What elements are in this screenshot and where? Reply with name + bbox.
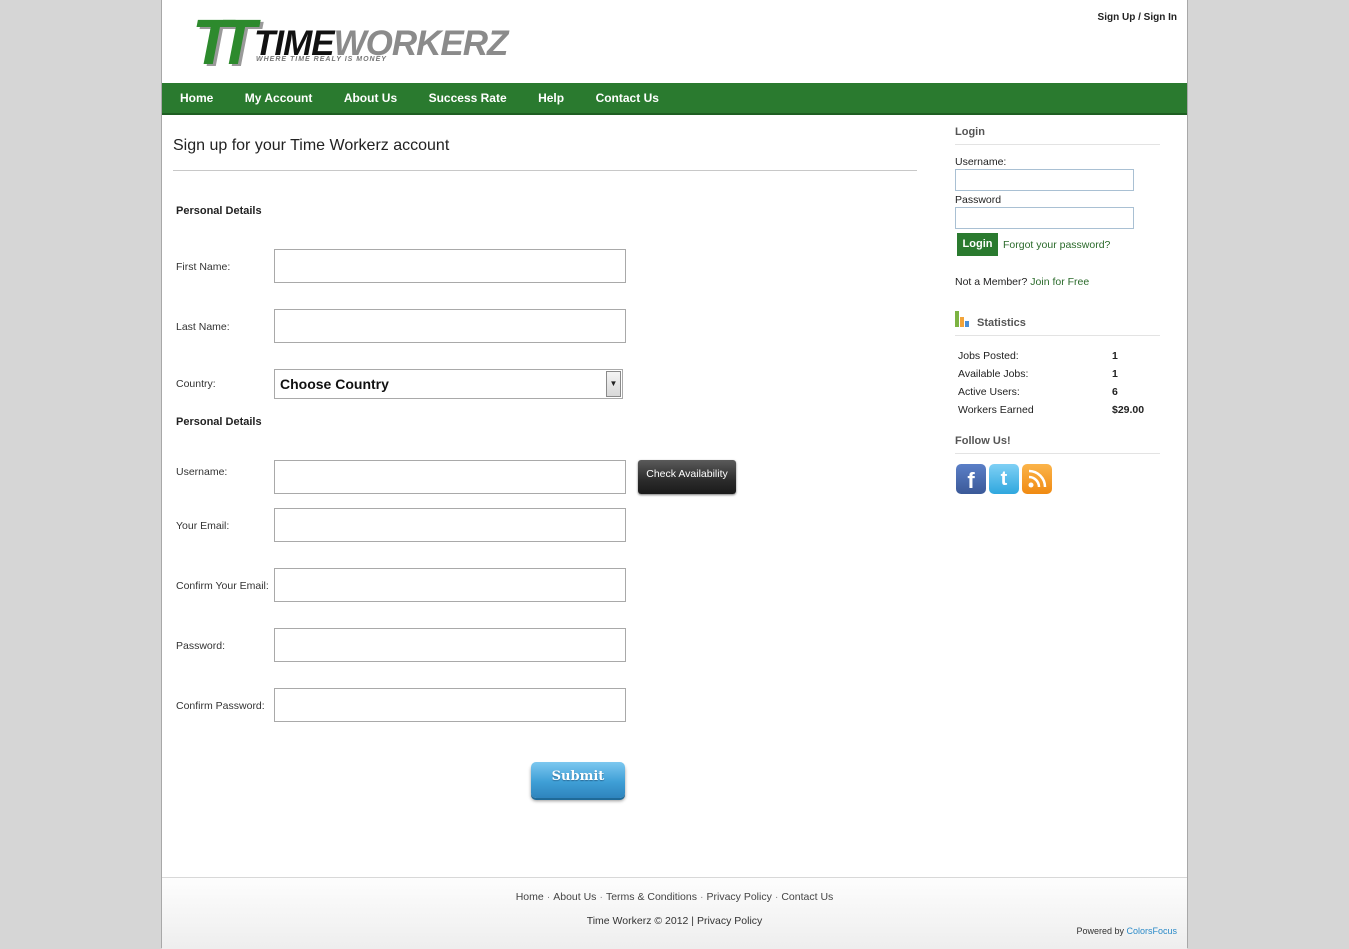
copyright-text: Time Workerz © 2012 | [586,915,695,927]
signup-link[interactable]: Sign Up [1098,12,1136,23]
stat-label: Workers Earned [958,404,1034,416]
footer-link-terms[interactable]: Terms & Conditions [606,891,697,903]
sidebar-password-field[interactable] [955,207,1134,229]
login-divider [955,144,1160,145]
login-heading: Login [955,126,985,138]
footer-links: Home · About Us · Terms & Conditions · Privacy… [162,891,1187,903]
footer-separator: · [599,891,603,903]
last-name-field[interactable] [274,309,626,343]
powered-by-label: Powered by [1076,926,1124,936]
confirm-email-label: Confirm Your Email: [176,580,269,592]
username-label: Username: [176,466,228,478]
email-label: Your Email: [176,520,230,532]
footer-link-contact[interactable]: Contact Us [781,891,833,903]
nav-contact-us[interactable]: Contact Us [596,83,659,113]
follow-heading: Follow Us! [955,435,1011,447]
page-container: TT TIMEWORKERZ WHERE TIME REALY IS MONEY… [161,0,1188,949]
copyright: Time Workerz © 2012 | Privacy Policy [162,915,1187,927]
logo-mark-icon: TT [192,6,256,78]
auth-separator: / [1138,12,1141,23]
footer-link-about[interactable]: About Us [553,891,596,903]
section-heading-personal: Personal Details [176,205,262,217]
not-member-text: Not a Member? Join for Free [955,276,1089,288]
page-title: Sign up for your Time Workerz account [173,137,450,154]
signin-link[interactable]: Sign In [1144,12,1177,23]
stat-value: 1 [1112,350,1118,362]
nav-help[interactable]: Help [538,83,564,113]
password-label: Password: [176,640,226,652]
stat-row: Jobs Posted: 1 [958,350,1158,362]
sidebar-username-label: Username: [955,156,1007,168]
sidebar-username-field[interactable] [955,169,1134,191]
nav-home[interactable]: Home [180,83,213,113]
powered-by-brand-link[interactable]: ColorsFocus [1126,926,1177,936]
footer: Home · About Us · Terms & Conditions · Privacy… [162,877,1187,949]
logo-tagline: WHERE TIME REALY IS MONEY [256,56,387,63]
twitter-icon[interactable]: t [989,464,1019,494]
nav-about-us[interactable]: About Us [344,83,397,113]
submit-button[interactable]: Submit [531,762,625,798]
footer-separator: · [546,891,551,903]
stat-row: Workers Earned $29.00 [958,404,1158,416]
sidebar-password-label: Password [955,194,1002,206]
stat-label: Jobs Posted: [958,350,1019,362]
confirm-password-label: Confirm Password: [176,700,265,712]
country-select[interactable]: Choose Country ▼ [274,369,623,399]
auth-links: Sign Up / Sign In [1098,12,1177,23]
check-availability-button[interactable]: Check Availability [638,460,736,494]
section-heading-account: Personal Details [176,416,262,428]
statistics-heading: Statistics [977,317,1026,329]
rss-icon[interactable] [1022,464,1052,494]
title-divider [173,170,917,171]
country-select-value: Choose Country [280,376,389,392]
stat-label: Available Jobs: [958,368,1029,380]
chevron-down-icon[interactable]: ▼ [606,371,621,397]
stat-value: 1 [1112,368,1118,380]
footer-separator: · [699,891,704,903]
country-label: Country: [176,378,216,390]
first-name-label: First Name: [176,261,231,273]
copyright-privacy-link[interactable]: Privacy Policy [697,915,762,927]
confirm-password-field[interactable] [274,688,626,722]
stat-value: 6 [1112,386,1118,398]
stat-label: Active Users: [958,386,1020,398]
footer-link-privacy[interactable]: Privacy Policy [706,891,771,903]
follow-divider [955,453,1160,454]
not-member-label: Not a Member? [955,276,1028,288]
nav-my-account[interactable]: My Account [245,83,313,113]
stat-value: $29.00 [1112,404,1145,416]
nav-success-rate[interactable]: Success Rate [429,83,507,113]
first-name-field[interactable] [274,249,626,283]
bar-chart-icon [955,311,971,327]
join-link[interactable]: Join for Free [1030,276,1089,288]
powered-by: Powered by ColorsFocus [1076,926,1177,936]
footer-separator: · [774,891,779,903]
email-field[interactable] [274,508,626,542]
stat-row: Active Users: 6 [958,386,1158,398]
footer-link-home[interactable]: Home [516,891,544,903]
stat-row: Available Jobs: 1 [958,368,1158,380]
password-field[interactable] [274,628,626,662]
username-field[interactable] [274,460,626,494]
forgot-password-link[interactable]: Forgot your password? [1003,239,1110,251]
statistics-divider [955,335,1160,336]
login-button[interactable]: Login [957,233,998,256]
confirm-email-field[interactable] [274,568,626,602]
last-name-label: Last Name: [176,321,230,333]
main-nav: Home My Account About Us Success Rate He… [162,83,1187,115]
facebook-icon[interactable]: f [956,464,986,494]
site-logo[interactable]: TT TIMEWORKERZ WHERE TIME REALY IS MONEY [192,6,508,78]
